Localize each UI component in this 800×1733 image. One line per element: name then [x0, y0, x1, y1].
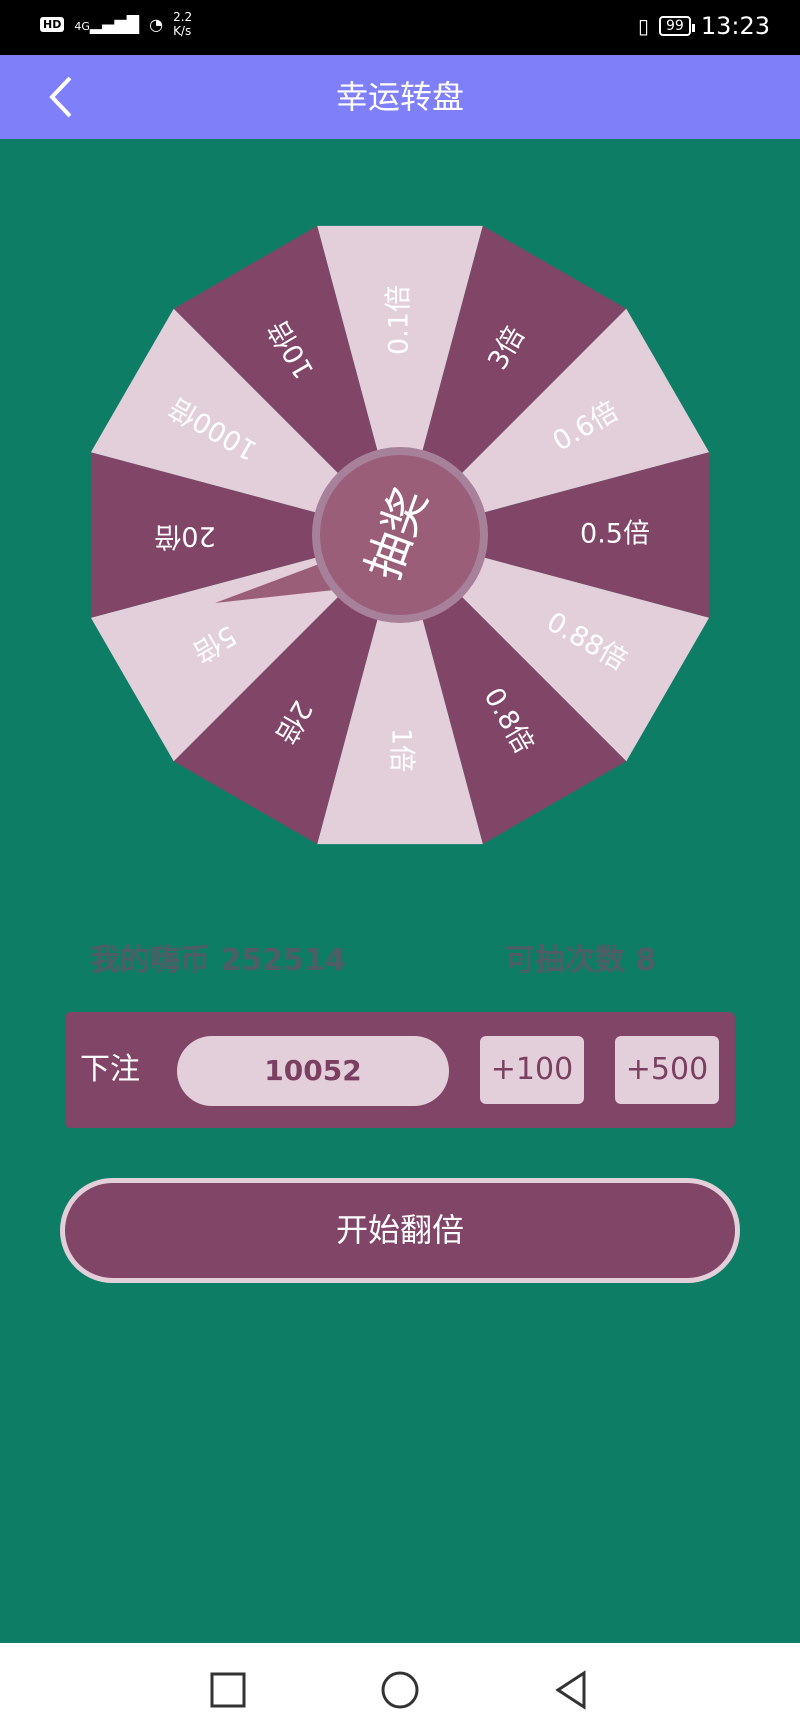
wheel-segment-label: 1倍 [386, 728, 417, 772]
add-100-button[interactable]: +100 [480, 1036, 584, 1104]
page-title: 幸运转盘 [335, 78, 464, 116]
status-bar: HD 4G▂▄▆█ ◔ 2.2 K/s ▯ 99 13:23 [0, 0, 800, 55]
status-right: ▯ 99 13:23 [638, 12, 770, 40]
home-icon[interactable] [378, 1668, 422, 1712]
bet-label: 下注 [80, 1052, 140, 1087]
recent-apps-icon[interactable] [206, 1668, 250, 1712]
bet-panel: 下注 10052 +100 +500 [65, 1012, 735, 1128]
wheel-graphic: 0.1倍 3倍0.6倍0.5倍0.88倍0.8倍1倍2倍5倍20倍1000倍10倍… [90, 225, 710, 845]
bet-amount-input[interactable]: 10052 [177, 1036, 449, 1106]
wifi-icon: ◔ [149, 14, 164, 34]
clock: 13:23 [700, 12, 770, 40]
prize-wheel: 0.1倍 3倍 0.6倍 0.5倍 0.88倍 0.8倍 1倍 2倍 5倍 20倍 1000倍 10倍… [80, 215, 720, 855]
back-icon[interactable] [550, 1668, 594, 1712]
vibrate-icon: ▯ [637, 14, 649, 38]
signal-icon: 4G▂▄▆█ [74, 14, 140, 34]
remaining-draws-label: 可抽次数 8 [505, 943, 657, 978]
network-speed: 2.2 K/s [173, 10, 192, 38]
status-left: HD 4G▂▄▆█ ◔ 2.2 K/s [40, 10, 192, 38]
battery-indicator: 99 [659, 16, 695, 36]
app-header: 幸运转盘 [0, 55, 800, 139]
add-500-button[interactable]: +500 [615, 1036, 719, 1104]
signal-label: 4G [74, 19, 90, 33]
start-double-button[interactable]: 开始翻倍 [60, 1178, 740, 1283]
speed-value: 2.2 [173, 10, 193, 24]
wheel-segment-label: 0.1倍 [384, 285, 415, 355]
speed-unit: K/s [173, 24, 192, 38]
wheel-segment-label: 0.5倍 [580, 519, 650, 550]
wheel-segment-label: 20倍 [154, 521, 215, 552]
hd-badge: HD [40, 16, 65, 32]
my-coins-label: 我的嗨币 252514 [90, 943, 346, 978]
system-nav-bar [0, 1643, 800, 1733]
